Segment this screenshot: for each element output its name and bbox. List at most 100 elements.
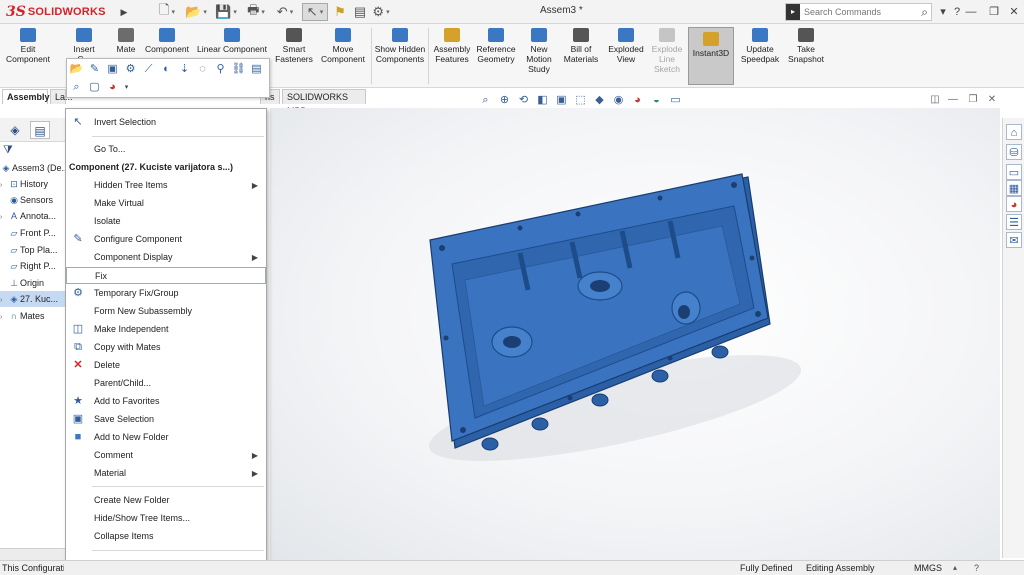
zoom-to-fit-icon[interactable]: ⌕ [478, 93, 493, 107]
instant3d-button[interactable]: Instant3D [688, 27, 734, 85]
tab-assembly[interactable]: Assembly [2, 89, 50, 104]
exploded-view-button[interactable]: Exploded View [606, 28, 646, 64]
view-settings-icon[interactable]: ▭ [668, 93, 683, 107]
zoom-to-selection-icon[interactable]: ⌕ [69, 80, 84, 95]
status-units[interactable]: MMGS [914, 561, 942, 575]
search-icon[interactable]: ⌕ [921, 5, 931, 20]
open-icon[interactable]: 📂 ▾ [183, 3, 209, 21]
bill-of-materials-button[interactable]: Bill of Materials [562, 28, 600, 64]
forum-icon[interactable]: ✉ [1006, 232, 1022, 248]
open-part-icon[interactable]: 📂 [69, 62, 84, 77]
hide-component-icon[interactable]: ◐ [159, 62, 174, 77]
link-icon[interactable]: ⛓ [231, 62, 246, 77]
display-style-icon[interactable]: ◆ [592, 93, 607, 107]
new-document-icon[interactable]: 🗋 ▾ [155, 2, 179, 21]
assembly-features-button[interactable]: Assembly Features [432, 28, 472, 64]
tree-root-assembly[interactable]: ◈ Assem3 (De... [0, 160, 70, 176]
design-library-icon[interactable]: ⛁ [1006, 144, 1022, 160]
custom-properties-icon[interactable]: ☰ [1006, 214, 1022, 230]
options-icon[interactable]: ⚙ ▾ [369, 3, 393, 21]
menu-item-material[interactable]: Material ▶ [66, 465, 266, 482]
show-hidden-components-button[interactable]: Show Hidden Components [374, 28, 426, 64]
section-view-icon[interactable]: ◧ [535, 93, 550, 107]
appearance-dropdown-icon[interactable]: ▾ [119, 80, 134, 95]
menu-item-add-to-favorites[interactable]: ★ Add to Favorites [66, 393, 266, 410]
appearance-icon[interactable]: ◕ [105, 80, 120, 95]
housing-part-model[interactable] [270, 108, 1000, 560]
configuration-icon[interactable]: ⚙ [123, 62, 138, 77]
tree-item-history[interactable]: › ⊡ History [0, 176, 70, 192]
solidworks-logo[interactable]: 3S SOLIDWORKS [6, 3, 114, 21]
edit-part-icon[interactable]: ✎ [87, 62, 102, 77]
hide-show-items-icon[interactable]: ◉ [611, 93, 626, 107]
print-icon[interactable]: 🖶 ▾ [243, 2, 269, 21]
menu-item-temporary-fix-group[interactable]: ⚙ Temporary Fix/Group [66, 285, 266, 302]
move-component-button[interactable]: Move Component [318, 28, 368, 64]
select-icon[interactable]: ↖ ▾ [302, 3, 328, 21]
filter-icon[interactable]: ⧩ [3, 144, 13, 157]
feature-tree-scrollbar[interactable] [0, 548, 66, 560]
menu-item-collapse-items[interactable]: Collapse Items [66, 528, 266, 545]
mate-button[interactable]: Mate [110, 28, 142, 54]
file-properties-icon[interactable]: ▤ [352, 3, 368, 21]
menu-item-configure-component[interactable]: ✎ Configure Component [66, 231, 266, 248]
feature-manager-tab-icon[interactable]: ◈ [5, 121, 25, 139]
menu-item-form-new-subassembly[interactable]: Form New Subassembly [66, 303, 266, 320]
tree-item-mates[interactable]: › ∩ Mates [0, 308, 70, 324]
change-transparency-icon[interactable]: ◌ [195, 62, 210, 77]
edit-appearance-icon[interactable]: ◕ [630, 93, 645, 107]
previous-view-icon[interactable]: ⟲ [516, 93, 531, 107]
menu-item-isolate[interactable]: Isolate [66, 213, 266, 230]
table-icon[interactable]: ▤ [249, 62, 264, 77]
menu-item-hide-show-tree-items[interactable]: Hide/Show Tree Items... [66, 510, 266, 527]
rebuild-icon[interactable]: ⚑ [332, 3, 348, 21]
menu-item-copy-with-mates[interactable]: ⧉ Copy with Mates [66, 339, 266, 356]
restore-button[interactable]: ❐ [985, 4, 1003, 20]
menu-item-go-to[interactable]: Go To... [66, 141, 266, 158]
new-motion-study-button[interactable]: New Motion Study [522, 28, 556, 74]
tree-item-sensors[interactable]: ◉ Sensors [0, 192, 70, 208]
tree-item-origin[interactable]: ⊥ Origin [0, 275, 70, 291]
paperclip-icon[interactable]: ⚲ [213, 62, 228, 77]
search-type-icon[interactable]: ▸ [786, 4, 800, 20]
viewport-minimize-icon[interactable]: — [946, 93, 960, 107]
apply-scene-icon[interactable]: ◒ [649, 93, 664, 107]
explode-line-sketch-button[interactable]: Explode Line Sketch [648, 28, 686, 74]
graphics-area[interactable] [270, 108, 1000, 560]
menu-item-delete[interactable]: ✕ Delete [66, 357, 266, 374]
view-orientation-icon[interactable]: ⬚ [573, 93, 588, 107]
menu-item-comment[interactable]: Comment ▶ [66, 447, 266, 464]
zoom-to-area-icon[interactable]: ⊕ [497, 93, 512, 107]
units-dropdown-icon[interactable]: ▴ [953, 561, 957, 575]
take-snapshot-button[interactable]: Take Snapshot [785, 28, 827, 64]
viewport-tile-icon[interactable]: ◫ [928, 93, 942, 107]
appearances-icon[interactable]: ◕ [1006, 196, 1022, 212]
home-icon[interactable]: ⌂ [1006, 124, 1022, 140]
edit-component-button[interactable]: Edit Component [4, 28, 52, 64]
menu-item-create-new-folder[interactable]: Create New Folder [66, 492, 266, 509]
menu-item-make-independent[interactable]: ◫ Make Independent [66, 321, 266, 338]
mate-icon[interactable]: ⟋ [141, 62, 156, 77]
menu-item-fix[interactable]: Fix [66, 267, 266, 284]
close-button[interactable]: ✕ [1005, 4, 1023, 20]
menu-expand-icon[interactable]: ▶ [118, 5, 130, 19]
tree-item-front-plane[interactable]: ▱ Front P... [0, 225, 70, 241]
component-properties-icon[interactable]: ▣ [105, 62, 120, 77]
property-manager-tab-icon[interactable]: ▤ [30, 121, 50, 139]
reference-geometry-button[interactable]: Reference Geometry [474, 28, 518, 64]
tree-item-component[interactable]: › ◈ 27. Kuc... [0, 291, 70, 307]
menu-item-hidden-tree-items[interactable]: Hidden Tree Items ▶ [66, 177, 266, 194]
linear-component-pattern-button[interactable]: Linear Component [196, 28, 268, 54]
component-preview-button[interactable]: Component [142, 28, 192, 54]
tree-item-annotations[interactable]: › A Annota... [0, 208, 70, 224]
menu-item-invert-selection[interactable]: ↖ Invert Selection [66, 114, 266, 131]
viewport-close-icon[interactable]: ✕ [985, 93, 999, 107]
suppress-icon[interactable]: ⇣ [177, 62, 192, 77]
tab-solidworks-mbd[interactable]: SOLIDWORKS MBD [282, 89, 366, 116]
update-speedpak-button[interactable]: Update Speedpak [738, 28, 782, 64]
search-commands-box[interactable]: ▸ Search Commands ⌕ [785, 3, 932, 21]
viewport-restore-icon[interactable]: ❐ [966, 93, 980, 107]
normal-to-icon[interactable]: ▢ [87, 80, 102, 95]
menu-item-make-virtual[interactable]: Make Virtual [66, 195, 266, 212]
status-help-icon[interactable]: ? [974, 561, 979, 575]
